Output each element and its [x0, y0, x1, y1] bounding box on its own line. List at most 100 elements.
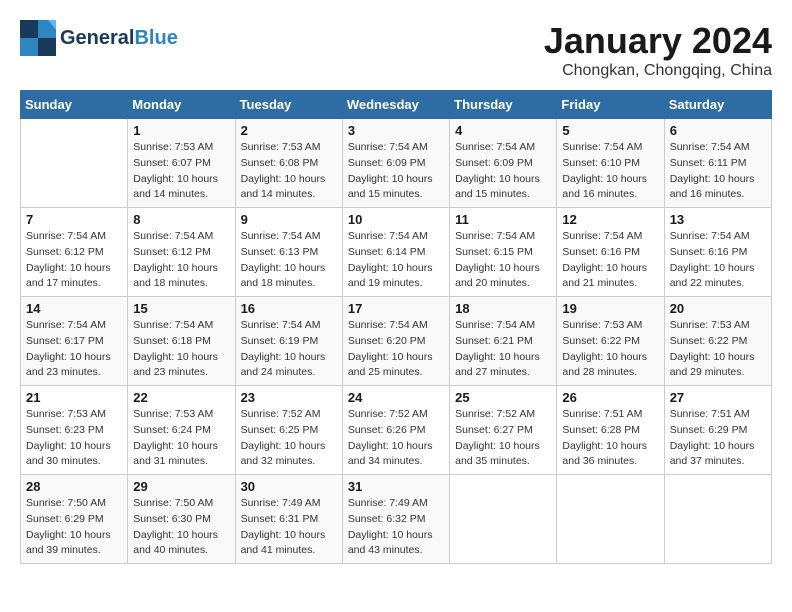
calendar-cell: 31 Sunrise: 7:49 AMSunset: 6:32 PMDayligh… — [342, 475, 449, 564]
day-info: Sunrise: 7:53 AMSunset: 6:08 PMDaylight:… — [241, 140, 337, 203]
calendar-cell: 7 Sunrise: 7:54 AMSunset: 6:12 PMDaylight… — [21, 208, 128, 297]
calendar-cell — [450, 475, 557, 564]
day-number: 2 — [241, 123, 337, 138]
day-number: 16 — [241, 301, 337, 316]
calendar-cell: 22 Sunrise: 7:53 AMSunset: 6:24 PMDayligh… — [128, 386, 235, 475]
day-info: Sunrise: 7:54 AMSunset: 6:09 PMDaylight:… — [455, 140, 551, 203]
day-number: 1 — [133, 123, 229, 138]
weekday-header-saturday: Saturday — [664, 91, 771, 119]
day-info: Sunrise: 7:50 AMSunset: 6:30 PMDaylight:… — [133, 496, 229, 559]
day-number: 6 — [670, 123, 766, 138]
day-number: 22 — [133, 390, 229, 405]
day-number: 23 — [241, 390, 337, 405]
weekday-header-monday: Monday — [128, 91, 235, 119]
calendar-cell: 16Sunrise: 7:54 AMSunset: 6:19 PMDayligh… — [235, 297, 342, 386]
day-number: 7 — [26, 212, 122, 227]
day-number: 25 — [455, 390, 551, 405]
week-row-1: 1 Sunrise: 7:53 AMSunset: 6:07 PMDaylight… — [21, 119, 772, 208]
day-number: 17 — [348, 301, 444, 316]
calendar-cell: 21 Sunrise: 7:53 AMSunset: 6:23 PMDayligh… — [21, 386, 128, 475]
calendar-cell: 26 Sunrise: 7:51 AMSunset: 6:28 PMDayligh… — [557, 386, 664, 475]
day-number: 14 — [26, 301, 122, 316]
day-info: Sunrise: 7:54 AMSunset: 6:21 PMDaylight:… — [455, 318, 551, 381]
day-number: 10 — [348, 212, 444, 227]
day-number: 12 — [562, 212, 658, 227]
weekday-header-sunday: Sunday — [21, 91, 128, 119]
day-info: Sunrise: 7:53 AMSunset: 6:07 PMDaylight:… — [133, 140, 229, 203]
calendar-table: SundayMondayTuesdayWednesdayThursdayFrid… — [20, 90, 772, 564]
calendar-cell: 11 Sunrise: 7:54 AMSunset: 6:15 PMDayligh… — [450, 208, 557, 297]
day-number: 3 — [348, 123, 444, 138]
day-number: 18 — [455, 301, 551, 316]
day-info: Sunrise: 7:54 AMSunset: 6:17 PMDaylight:… — [26, 318, 122, 381]
calendar-cell: 13 Sunrise: 7:54 AMSunset: 6:16 PMDayligh… — [664, 208, 771, 297]
weekday-header-wednesday: Wednesday — [342, 91, 449, 119]
day-info: Sunrise: 7:54 AMSunset: 6:16 PMDaylight:… — [562, 229, 658, 292]
day-info: Sunrise: 7:54 AMSunset: 6:14 PMDaylight:… — [348, 229, 444, 292]
day-number: 20 — [670, 301, 766, 316]
calendar-cell: 25 Sunrise: 7:52 AMSunset: 6:27 PMDayligh… — [450, 386, 557, 475]
week-row-4: 21 Sunrise: 7:53 AMSunset: 6:23 PMDayligh… — [21, 386, 772, 475]
day-number: 31 — [348, 479, 444, 494]
calendar-cell: 15Sunrise: 7:54 AMSunset: 6:18 PMDayligh… — [128, 297, 235, 386]
day-info: Sunrise: 7:52 AMSunset: 6:27 PMDaylight:… — [455, 407, 551, 470]
day-number: 26 — [562, 390, 658, 405]
day-info: Sunrise: 7:54 AMSunset: 6:15 PMDaylight:… — [455, 229, 551, 292]
calendar-cell: 30 Sunrise: 7:49 AMSunset: 6:31 PMDayligh… — [235, 475, 342, 564]
day-number: 5 — [562, 123, 658, 138]
day-info: Sunrise: 7:54 AMSunset: 6:10 PMDaylight:… — [562, 140, 658, 203]
day-number: 29 — [133, 479, 229, 494]
day-info: Sunrise: 7:52 AMSunset: 6:26 PMDaylight:… — [348, 407, 444, 470]
day-info: Sunrise: 7:50 AMSunset: 6:29 PMDaylight:… — [26, 496, 122, 559]
week-row-5: 28 Sunrise: 7:50 AMSunset: 6:29 PMDayligh… — [21, 475, 772, 564]
logo-icon — [20, 20, 56, 56]
logo-text-general: General — [60, 27, 134, 49]
day-info: Sunrise: 7:54 AMSunset: 6:12 PMDaylight:… — [26, 229, 122, 292]
day-number: 11 — [455, 212, 551, 227]
calendar-cell: 29 Sunrise: 7:50 AMSunset: 6:30 PMDayligh… — [128, 475, 235, 564]
day-info: Sunrise: 7:54 AMSunset: 6:09 PMDaylight:… — [348, 140, 444, 203]
day-info: Sunrise: 7:49 AMSunset: 6:31 PMDaylight:… — [241, 496, 337, 559]
calendar-cell: 2 Sunrise: 7:53 AMSunset: 6:08 PMDaylight… — [235, 119, 342, 208]
day-number: 30 — [241, 479, 337, 494]
calendar-cell: 4 Sunrise: 7:54 AMSunset: 6:09 PMDaylight… — [450, 119, 557, 208]
weekday-header-row: SundayMondayTuesdayWednesdayThursdayFrid… — [21, 91, 772, 119]
day-number: 13 — [670, 212, 766, 227]
day-info: Sunrise: 7:54 AMSunset: 6:12 PMDaylight:… — [133, 229, 229, 292]
calendar-cell: 10 Sunrise: 7:54 AMSunset: 6:14 PMDayligh… — [342, 208, 449, 297]
day-info: Sunrise: 7:53 AMSunset: 6:23 PMDaylight:… — [26, 407, 122, 470]
calendar-cell — [21, 119, 128, 208]
day-number: 21 — [26, 390, 122, 405]
day-number: 15 — [133, 301, 229, 316]
calendar-cell: 19Sunrise: 7:53 AMSunset: 6:22 PMDayligh… — [557, 297, 664, 386]
month-title: January 2024 — [544, 20, 772, 62]
day-info: Sunrise: 7:52 AMSunset: 6:25 PMDaylight:… — [241, 407, 337, 470]
day-number: 28 — [26, 479, 122, 494]
logo-text-blue: Blue — [134, 27, 177, 49]
day-number: 19 — [562, 301, 658, 316]
day-number: 4 — [455, 123, 551, 138]
day-number: 27 — [670, 390, 766, 405]
logo: GeneralBlue — [20, 20, 178, 56]
calendar-cell — [557, 475, 664, 564]
day-number: 8 — [133, 212, 229, 227]
day-info: Sunrise: 7:54 AMSunset: 6:11 PMDaylight:… — [670, 140, 766, 203]
calendar-cell — [664, 475, 771, 564]
day-number: 9 — [241, 212, 337, 227]
day-info: Sunrise: 7:51 AMSunset: 6:28 PMDaylight:… — [562, 407, 658, 470]
day-info: Sunrise: 7:51 AMSunset: 6:29 PMDaylight:… — [670, 407, 766, 470]
calendar-cell: 1 Sunrise: 7:53 AMSunset: 6:07 PMDaylight… — [128, 119, 235, 208]
day-info: Sunrise: 7:54 AMSunset: 6:20 PMDaylight:… — [348, 318, 444, 381]
page-header: GeneralBlue January 2024 Chongkan, Chong… — [20, 20, 772, 80]
day-info: Sunrise: 7:49 AMSunset: 6:32 PMDaylight:… — [348, 496, 444, 559]
calendar-cell: 9 Sunrise: 7:54 AMSunset: 6:13 PMDaylight… — [235, 208, 342, 297]
day-info: Sunrise: 7:54 AMSunset: 6:13 PMDaylight:… — [241, 229, 337, 292]
day-info: Sunrise: 7:53 AMSunset: 6:22 PMDaylight:… — [670, 318, 766, 381]
day-number: 24 — [348, 390, 444, 405]
calendar-cell: 20 Sunrise: 7:53 AMSunset: 6:22 PMDayligh… — [664, 297, 771, 386]
title-block: January 2024 Chongkan, Chongqing, China — [544, 20, 772, 80]
calendar-cell: 3 Sunrise: 7:54 AMSunset: 6:09 PMDaylight… — [342, 119, 449, 208]
calendar-cell: 6 Sunrise: 7:54 AMSunset: 6:11 PMDaylight… — [664, 119, 771, 208]
day-info: Sunrise: 7:53 AMSunset: 6:24 PMDaylight:… — [133, 407, 229, 470]
day-info: Sunrise: 7:54 AMSunset: 6:16 PMDaylight:… — [670, 229, 766, 292]
